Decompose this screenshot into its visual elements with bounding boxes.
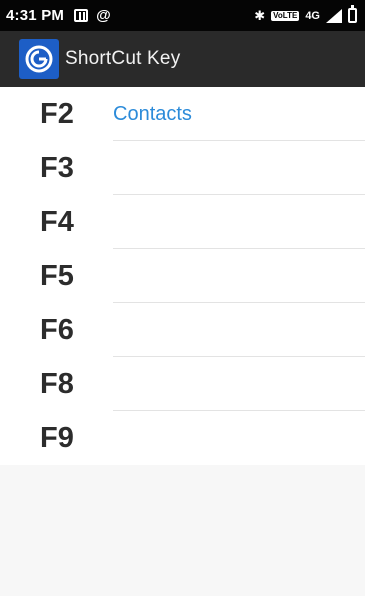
at-sign-icon: @ <box>96 7 111 24</box>
bluetooth-icon: ✱ <box>254 7 266 23</box>
key-label: F4 <box>40 205 74 238</box>
key-action-value: Contacts <box>113 102 192 125</box>
4g-icon: 4G <box>305 9 320 22</box>
status-right-icons: ✱ VoLTE 4G <box>254 5 357 24</box>
key-label: F3 <box>40 151 74 184</box>
status-bar: 4:31 PM @ ✱ VoLTE 4G <box>0 0 365 31</box>
shortcut-key-list: F2 Contacts F3 F4 F5 F6 F8 F9 <box>0 87 365 465</box>
key-label: F8 <box>40 367 74 400</box>
key-row-f8[interactable]: F8 <box>0 357 365 411</box>
volte-icon: VoLTE <box>271 10 300 21</box>
key-label: F9 <box>40 421 74 454</box>
signal-icon <box>326 8 342 23</box>
status-time: 4:31 PM <box>6 7 65 24</box>
battery-icon <box>348 5 357 23</box>
key-label: F5 <box>40 259 74 292</box>
key-row-f5[interactable]: F5 <box>0 249 365 303</box>
status-left-icons: @ <box>74 8 111 23</box>
key-row-f6[interactable]: F6 <box>0 303 365 357</box>
app-title: ShortCut Key <box>65 48 181 69</box>
key-label: F6 <box>40 313 74 346</box>
empty-list-area <box>0 465 365 596</box>
sim-card-icon <box>74 9 89 22</box>
shortcut-key-app-icon <box>19 39 59 79</box>
key-row-f9[interactable]: F9 <box>0 411 365 465</box>
app-bar: ShortCut Key <box>0 31 365 87</box>
key-row-f2[interactable]: F2 Contacts <box>0 87 365 141</box>
key-row-f3[interactable]: F3 <box>0 141 365 195</box>
key-label: F2 <box>40 97 74 130</box>
key-row-f4[interactable]: F4 <box>0 195 365 249</box>
